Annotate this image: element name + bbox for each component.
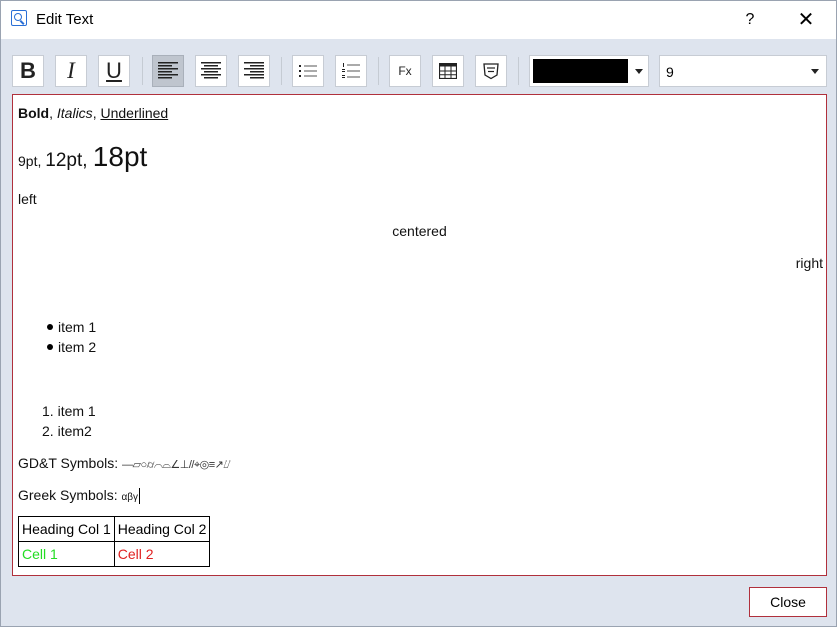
table-header-cell: Heading Col 1 [18,516,115,542]
italic-icon: I [67,58,75,83]
align-left-icon [158,62,178,79]
list-item-text: item 1 [57,403,96,419]
toolbar-divider [518,57,519,85]
numbered-list-item: 1. item 1 [42,403,96,419]
list-number: 2. [42,423,54,439]
bullet-icon [47,344,53,351]
italic-button[interactable]: I [55,55,87,87]
right-aligned-text: right [795,255,823,271]
toolbar-divider [142,57,143,85]
size-18pt-text: 18pt [92,141,148,172]
text-cursor [139,488,141,505]
align-left-button[interactable] [152,55,184,87]
align-center-button[interactable] [195,55,227,87]
list-item-text: item 2 [58,339,97,355]
numbered-list-button[interactable] [335,55,367,87]
insert-symbol-button[interactable] [475,55,507,87]
gdt-symbols-line: GD&T Symbols: —⏥○⌭⌒⌓∠⊥//⌖◎≡↗⌰ [18,455,231,472]
separator: , [49,105,57,121]
font-size-select[interactable]: 9 [659,55,827,87]
numbered-list-icon [342,63,360,78]
close-button[interactable]: Close [749,587,827,617]
fx-icon: Fx [398,64,412,78]
toolbar-divider [281,57,282,85]
window-title: Edit Text [36,11,94,28]
align-right-button[interactable] [238,55,270,87]
bold-text: Bold [18,105,50,121]
editor-line-styles: Bold, Italics, Underlined [18,105,168,121]
editor-line-sizes: 9pt, 12pt, 18pt [18,141,147,173]
table-row: Cell 1 Cell 2 [18,541,211,567]
bold-button[interactable]: B [12,55,44,87]
left-aligned-text: left [18,191,37,207]
edit-text-dialog: Edit Text ? ✕ B I U Fx 9 Bold, Italics, … [0,0,837,627]
size-9pt-text: 9pt [18,153,38,169]
table-header-row: Heading Col 1 Heading Col 2 [18,516,211,542]
bulleted-list-button[interactable] [292,55,324,87]
italic-text: Italics [56,105,93,121]
size-12pt-text: 12pt [45,150,83,171]
bulleted-list-icon [299,65,317,77]
gdt-label: GD&T Symbols: [18,455,122,471]
font-size-value: 9 [666,64,674,80]
title-bar: Edit Text ? ✕ [1,1,836,39]
numbered-list-item: 2. item2 [42,423,92,439]
list-item-text: item 1 [58,319,97,335]
text-color-picker[interactable] [529,55,649,87]
greek-label: Greek Symbols: [18,487,122,503]
color-swatch [533,59,628,83]
table-icon [439,63,457,79]
app-icon [11,10,27,26]
insert-table-button[interactable] [432,55,464,87]
list-number: 1. [42,403,54,419]
table-header-cell: Heading Col 2 [113,516,211,542]
bullet-list-item: item 2 [47,339,96,355]
rich-text-editor[interactable]: Bold, Italics, Underlined 9pt, 12pt, 18p… [12,94,827,576]
centered-text: centered [392,223,447,239]
gdt-symbols: —⏥○⌭⌒⌓∠⊥//⌖◎≡↗⌰ [122,459,231,471]
greek-symbols-line: Greek Symbols: αβγ [18,487,141,505]
bullet-icon [47,324,53,331]
list-item-text: item2 [57,423,92,439]
bullet-list-item: item 1 [47,319,96,335]
align-right-icon [244,62,264,79]
table-cell: Cell 2 [113,541,211,567]
underlined-text: Underlined [100,105,169,121]
greek-symbols: αβγ [121,492,139,503]
inserted-table: Heading Col 1 Heading Col 2 Cell 1 Cell … [18,516,211,567]
insert-function-button[interactable]: Fx [389,55,421,87]
chevron-down-icon [811,69,819,74]
separator: , [82,150,93,171]
shield-symbol-icon [483,63,499,80]
underline-icon: U [106,58,122,83]
formatting-toolbar: B I U Fx 9 [1,39,836,93]
close-window-button[interactable]: ✕ [787,5,825,35]
bold-icon: B [20,58,36,83]
table-cell: Cell 1 [18,541,115,567]
help-button[interactable]: ? [735,5,765,35]
underline-button[interactable]: U [98,55,130,87]
toolbar-divider [378,57,379,85]
chevron-down-icon [635,69,643,74]
align-center-icon [201,62,221,79]
